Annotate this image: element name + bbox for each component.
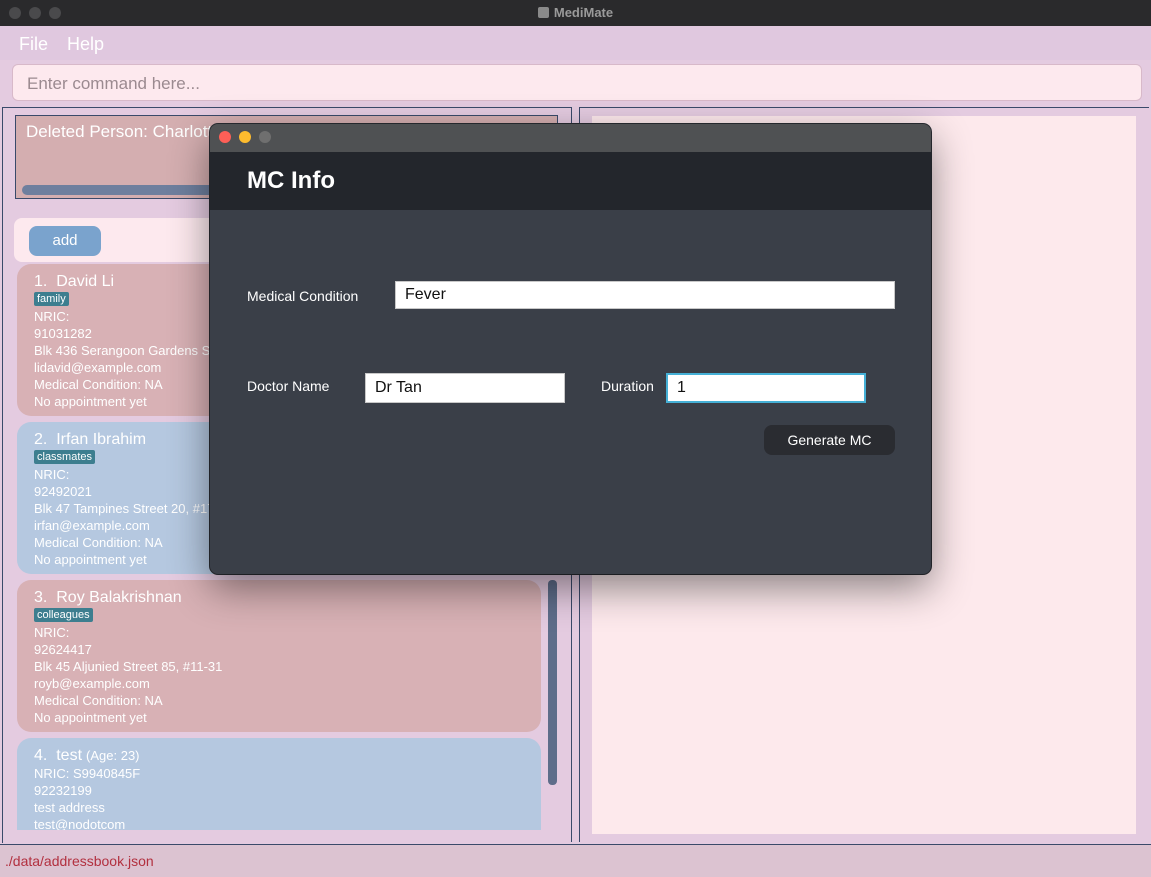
person-phone: 92232199 bbox=[34, 783, 92, 798]
close-window-button[interactable] bbox=[9, 7, 21, 19]
generate-mc-button[interactable]: Generate MC bbox=[764, 425, 895, 455]
minimize-window-button[interactable] bbox=[29, 7, 41, 19]
status-bar: ./data/addressbook.json bbox=[0, 844, 1151, 877]
medical-condition-label: Medical Condition bbox=[247, 288, 359, 304]
person-name: 1. David Li bbox=[34, 273, 115, 290]
person-nric: NRIC: bbox=[34, 625, 70, 640]
dialog-maximize-button[interactable] bbox=[259, 131, 271, 143]
duration-input[interactable] bbox=[666, 373, 866, 403]
medical-condition-input[interactable] bbox=[395, 281, 895, 309]
result-text: Deleted Person: Charlotte bbox=[26, 122, 222, 141]
command-box bbox=[12, 64, 1142, 102]
person-email: royb@example.com bbox=[34, 676, 150, 691]
person-name: 3. Roy Balakrishnan bbox=[34, 589, 182, 606]
dialog-minimize-button[interactable] bbox=[239, 131, 251, 143]
person-name: 4. test (Age: 23) bbox=[34, 747, 140, 764]
person-address: Blk 45 Aljunied Street 85, #11-31 bbox=[34, 659, 223, 674]
person-condition: Medical Condition: NA bbox=[34, 535, 163, 550]
doctor-name-label: Doctor Name bbox=[247, 378, 330, 394]
menu-bar: File Help bbox=[0, 26, 1151, 60]
person-nric: NRIC: S9940845F bbox=[34, 766, 141, 781]
dialog-titlebar bbox=[210, 124, 931, 152]
person-address: Blk 47 Tampines Street 20, #17- bbox=[34, 501, 219, 516]
person-appointment: No appointment yet bbox=[34, 552, 147, 567]
person-email: test@nodotcom bbox=[34, 817, 126, 830]
add-button[interactable]: add bbox=[29, 226, 101, 256]
person-condition: Medical Condition: NA bbox=[34, 377, 163, 392]
person-phone: 92624417 bbox=[34, 642, 92, 657]
person-tag: family bbox=[34, 292, 69, 306]
app-icon bbox=[537, 7, 549, 18]
person-tag: classmates bbox=[34, 450, 96, 464]
person-card[interactable]: 4. test (Age: 23) NRIC: S9940845F 9223219… bbox=[17, 738, 541, 830]
person-address: Blk 436 Serangoon Gardens Stre bbox=[34, 343, 226, 358]
person-email: lidavid@example.com bbox=[34, 360, 162, 375]
doctor-name-input[interactable] bbox=[365, 373, 565, 403]
dialog-header: MC Info bbox=[210, 152, 931, 210]
mc-info-dialog: MC Info Medical Condition Doctor Name Du… bbox=[210, 124, 931, 574]
duration-label: Duration bbox=[601, 378, 654, 394]
person-appointment: No appointment yet bbox=[34, 394, 147, 409]
person-condition: Medical Condition: NA bbox=[34, 693, 163, 708]
maximize-window-button[interactable] bbox=[49, 7, 61, 19]
person-phone: 91031282 bbox=[34, 326, 92, 341]
data-file-path: ./data/addressbook.json bbox=[5, 853, 154, 869]
command-input[interactable] bbox=[25, 65, 1133, 102]
person-tag: colleagues bbox=[34, 608, 93, 622]
person-phone: 92492021 bbox=[34, 484, 92, 499]
window-title: MediMate bbox=[553, 5, 614, 20]
person-name: 2. Irfan Ibrahim bbox=[34, 431, 147, 448]
window-titlebar: MediMate bbox=[0, 0, 1151, 26]
person-nric: NRIC: bbox=[34, 309, 70, 324]
person-appointment: No appointment yet bbox=[34, 710, 147, 725]
list-scrollbar[interactable] bbox=[548, 580, 557, 785]
menu-help[interactable]: Help bbox=[67, 34, 104, 55]
person-card[interactable]: 3. Roy Balakrishnan colleagues NRIC: 926… bbox=[17, 580, 541, 732]
dialog-heading: MC Info bbox=[247, 167, 335, 194]
menu-file[interactable]: File bbox=[19, 34, 48, 55]
person-nric: NRIC: bbox=[34, 467, 70, 482]
person-email: irfan@example.com bbox=[34, 518, 150, 533]
dialog-close-button[interactable] bbox=[219, 131, 231, 143]
person-address: test address bbox=[34, 800, 105, 815]
person-age: (Age: 23) bbox=[86, 748, 140, 763]
